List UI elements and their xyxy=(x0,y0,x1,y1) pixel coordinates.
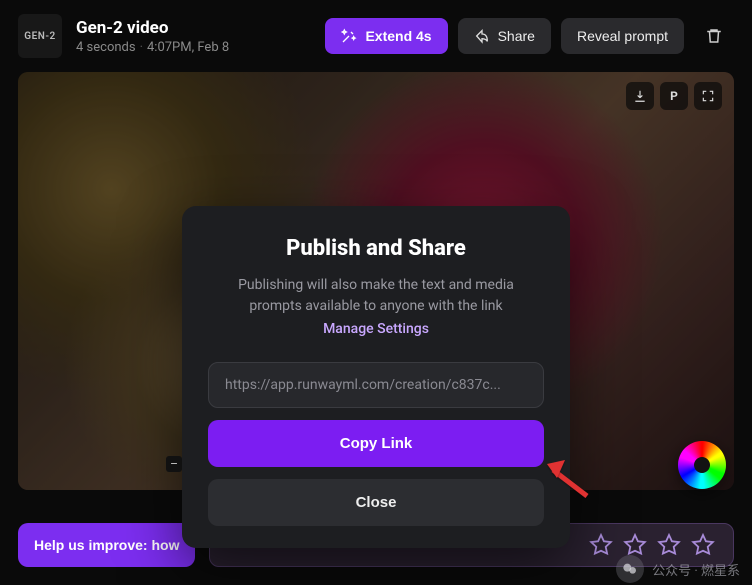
p-icon: P xyxy=(670,89,678,103)
download-icon xyxy=(633,89,647,103)
download-button[interactable] xyxy=(626,82,654,110)
trash-icon xyxy=(705,27,723,45)
reveal-prompt-label: Reveal prompt xyxy=(577,28,668,44)
star-1[interactable] xyxy=(589,533,613,557)
share-label: Share xyxy=(498,28,535,44)
publish-share-modal: – Publish and Share Publishing will also… xyxy=(182,206,570,548)
title-block: Gen-2 video 4 seconds · 4:07PM, Feb 8 xyxy=(76,18,311,55)
star-2[interactable] xyxy=(623,533,647,557)
share-button[interactable]: Share xyxy=(458,18,551,54)
close-button[interactable]: Close xyxy=(208,479,544,526)
fullscreen-button[interactable] xyxy=(694,82,722,110)
manage-settings-link[interactable]: Manage Settings xyxy=(323,319,429,340)
page-indicator: – xyxy=(166,456,182,472)
modal-title: Publish and Share xyxy=(208,236,544,261)
modal-desc-2: prompts available to anyone with the lin… xyxy=(249,298,502,314)
app-header: GEN-2 Gen-2 video 4 seconds · 4:07PM, Feb … xyxy=(0,0,752,72)
video-timestamp: 4:07PM, Feb 8 xyxy=(147,40,229,55)
prompt-button[interactable]: P xyxy=(660,82,688,110)
expand-icon xyxy=(701,89,715,103)
video-title: Gen-2 video xyxy=(76,18,311,38)
feedback-button[interactable]: Help us improve: how xyxy=(18,523,195,567)
model-logo: GEN-2 xyxy=(18,14,62,58)
header-actions: Extend 4s Share Reveal prompt xyxy=(325,16,734,56)
wand-icon xyxy=(341,28,357,44)
delete-button[interactable] xyxy=(694,16,734,56)
share-icon xyxy=(474,28,490,44)
video-duration: 4 seconds xyxy=(76,40,136,55)
extend-label: Extend 4s xyxy=(365,28,431,44)
star-3[interactable] xyxy=(657,533,681,557)
reveal-prompt-button[interactable]: Reveal prompt xyxy=(561,18,684,54)
star-4[interactable] xyxy=(691,533,715,557)
share-url-input[interactable] xyxy=(208,362,544,408)
modal-desc-1: Publishing will also make the text and m… xyxy=(238,277,514,293)
extend-button[interactable]: Extend 4s xyxy=(325,18,447,54)
separator-dot: · xyxy=(140,40,143,55)
color-wheel-button[interactable] xyxy=(678,441,726,489)
video-subtitle: 4 seconds · 4:07PM, Feb 8 xyxy=(76,40,311,55)
copy-link-button[interactable]: Copy Link xyxy=(208,420,544,467)
preview-controls: P xyxy=(626,82,722,110)
